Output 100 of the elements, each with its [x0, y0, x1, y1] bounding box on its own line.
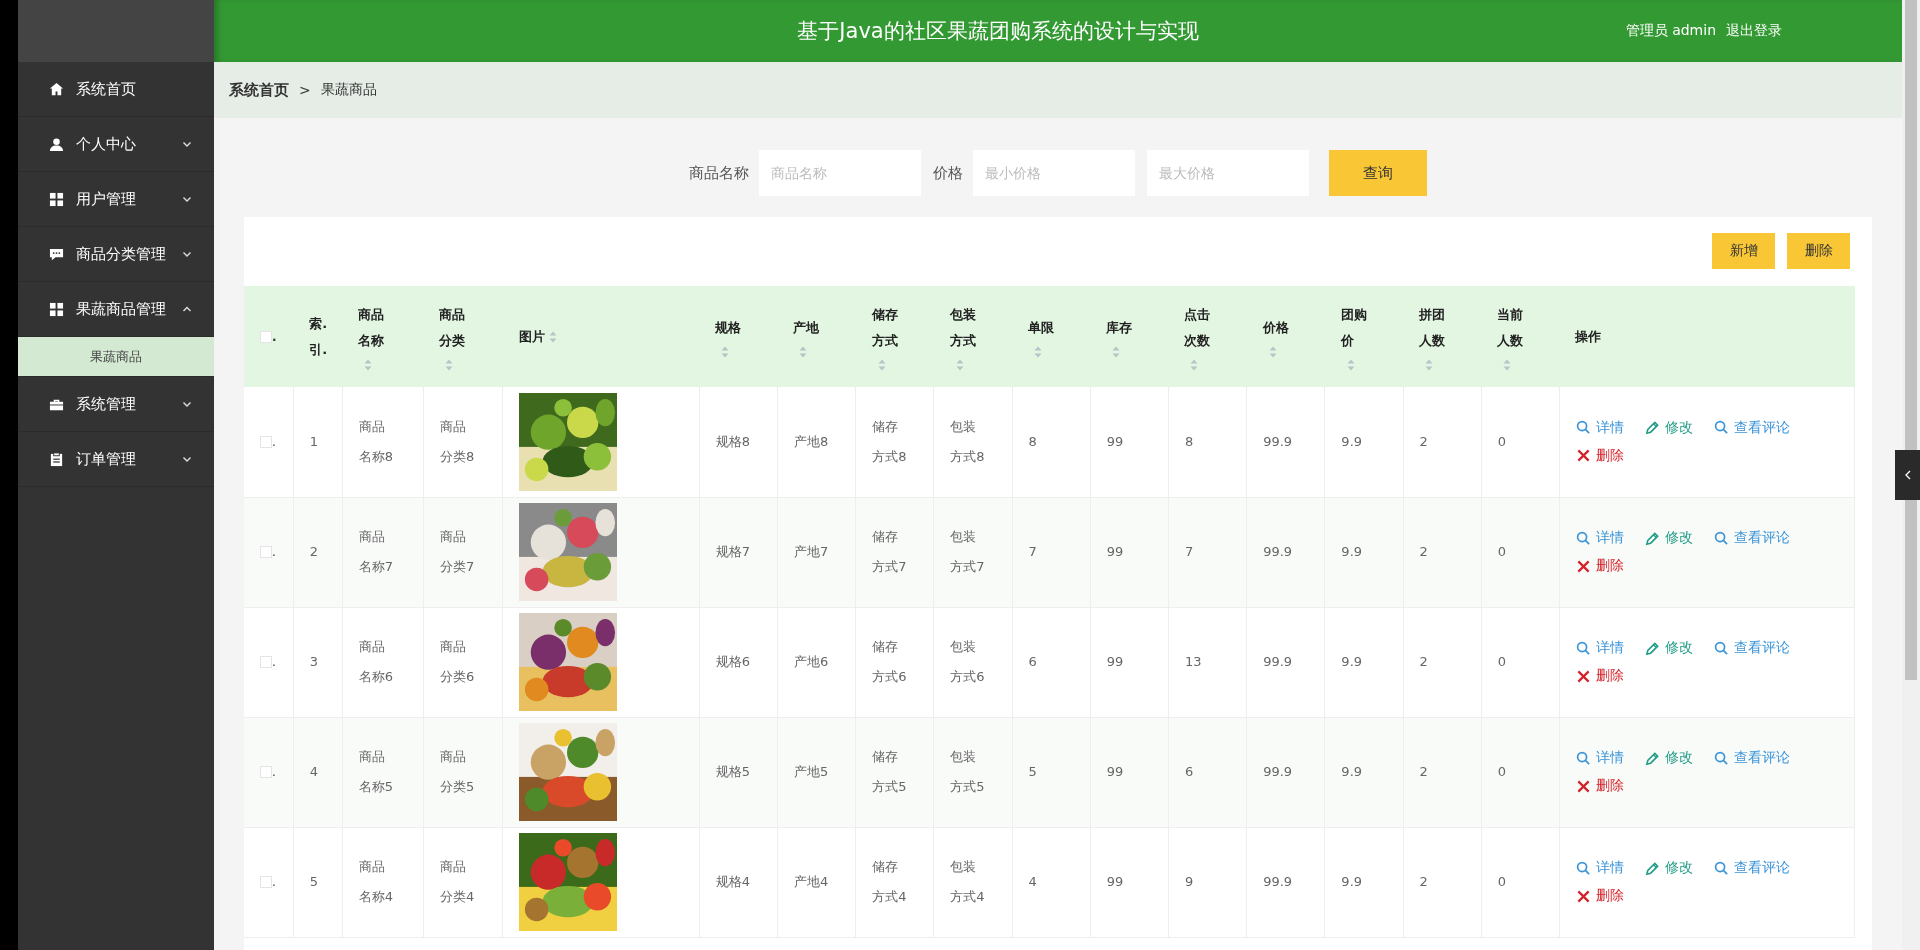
table-cell-text: 储存方式8 [872, 417, 908, 466]
table-cell-text: 0 [1497, 873, 1508, 892]
table-cell-text: 99 [1106, 432, 1125, 451]
toolbar-button[interactable]: 新增 [1712, 233, 1775, 269]
action-link[interactable]: 详情 [1575, 859, 1624, 877]
table-cell-text: 产地4 [793, 873, 830, 892]
table-cell-text: 4 [309, 763, 319, 782]
grid-icon [49, 301, 64, 317]
table-cell-text: 包装方式5 [950, 748, 986, 796]
search-field[interactable]: 最大价格 [1147, 150, 1309, 196]
chat-icon [49, 246, 64, 262]
search-icon [1713, 860, 1729, 876]
table-cell-text: 0 [1497, 653, 1508, 672]
action-link[interactable]: 删除 [1575, 777, 1624, 795]
action-link[interactable]: 查看评论 [1713, 418, 1790, 437]
menu-item[interactable]: 商品分类管理 [18, 227, 214, 282]
checkbox-mark: . [272, 435, 276, 448]
table-cell-text: 5 [309, 873, 319, 892]
table-cell-text: 13 [1184, 653, 1203, 672]
collapse-tab[interactable] [1895, 450, 1920, 500]
pencil-icon [1644, 750, 1660, 766]
breadcrumb-link[interactable]: 系统首页 [229, 80, 289, 100]
column-header: 拼团人数 [1419, 306, 1447, 350]
chevron-icon [1903, 470, 1912, 480]
action-link[interactable]: 详情 [1575, 749, 1624, 767]
checkbox[interactable] [260, 876, 272, 888]
clipboard-icon [49, 451, 64, 467]
grid-icon [49, 191, 64, 207]
table-cell-text: 产地8 [793, 432, 830, 451]
column-header: 索.引. [309, 314, 329, 359]
search-icon [1575, 420, 1591, 436]
menu-item[interactable]: 订单管理 [18, 432, 214, 487]
table-cell-text: 0 [1497, 432, 1508, 451]
action-link[interactable]: 修改 [1644, 529, 1693, 547]
table-cell-text: 99 [1106, 763, 1125, 782]
table-cell-text: 储存方式6 [872, 638, 908, 686]
search-icon [1713, 530, 1729, 546]
search-field[interactable]: 最小价格 [973, 150, 1135, 196]
search-icon [1713, 640, 1729, 656]
query-button[interactable]: 查询 [1329, 150, 1427, 196]
checkbox[interactable] [260, 656, 272, 668]
table-cell-text: 商品分类5 [439, 748, 476, 796]
table-cell-text: 商品名称4 [358, 858, 394, 906]
toolbar-button[interactable]: 删除 [1787, 233, 1850, 269]
action-link[interactable]: 删除 [1575, 667, 1624, 685]
action-link[interactable]: 查看评论 [1713, 749, 1790, 767]
menu-item[interactable]: 个人中心 [18, 117, 214, 172]
table-cell-text: 2 [1419, 432, 1429, 451]
action-link[interactable]: 详情 [1575, 418, 1624, 437]
table-cell-text: 产地5 [793, 763, 830, 782]
logout-link[interactable]: 退出登录 [1726, 22, 1782, 40]
table-cell-text: 8 [1184, 432, 1195, 451]
search-icon [1575, 860, 1591, 876]
action-link[interactable]: 查看评论 [1713, 529, 1790, 547]
user-label: 管理员 admin [1625, 22, 1716, 40]
menu-item[interactable]: 系统管理 [18, 377, 214, 432]
action-link[interactable]: 修改 [1644, 859, 1693, 877]
close-icon [1575, 778, 1591, 794]
table-cell-text: 包装方式6 [950, 638, 986, 686]
search-field[interactable]: 商品名称 [759, 150, 921, 196]
checkbox[interactable] [260, 546, 272, 558]
checkbox[interactable] [260, 435, 272, 448]
app-title: 基于Java的社区果蔬团购系统的设计与实现 [797, 18, 1199, 45]
table-cell-text: 0 [1497, 543, 1508, 562]
submenu-item[interactable]: 果蔬商品 [18, 337, 214, 377]
action-link[interactable]: 修改 [1644, 418, 1693, 437]
checkbox[interactable] [260, 766, 272, 778]
table-cell-text: 6 [1028, 653, 1038, 672]
table-cell-text: 包装方式8 [950, 417, 986, 466]
table-cell-text: 2 [1419, 763, 1429, 782]
action-link[interactable]: 删除 [1575, 887, 1624, 905]
checkbox-mark: . [272, 546, 276, 558]
table-cell-text: 99.9 [1263, 763, 1294, 782]
action-link[interactable]: 详情 [1575, 529, 1624, 547]
action-link[interactable]: 删除 [1575, 557, 1624, 575]
action-link[interactable]: 查看评论 [1713, 639, 1790, 657]
menu-item[interactable]: 用户管理 [18, 172, 214, 227]
table-cell-text: 99 [1106, 653, 1125, 672]
column-header: 商品分类 [439, 306, 467, 350]
table-cell-text: 包装方式4 [950, 858, 986, 906]
action-link[interactable]: 删除 [1575, 446, 1624, 465]
breadcrumb-current: 果蔬商品 [320, 81, 377, 99]
action-link[interactable]: 详情 [1575, 639, 1624, 657]
table-cell-text: 7 [1028, 543, 1038, 562]
table-cell-text: 2 [309, 543, 319, 562]
field-label: 商品名称 [689, 163, 749, 183]
search-icon [1575, 530, 1591, 546]
table-cell-text: 规格8 [715, 432, 751, 451]
action-link[interactable]: 修改 [1644, 749, 1693, 767]
action-link[interactable]: 修改 [1644, 639, 1693, 657]
home-icon [49, 81, 64, 97]
pencil-icon [1644, 860, 1660, 876]
search-icon [1575, 640, 1591, 656]
table-cell-text: 9.9 [1341, 543, 1364, 562]
action-link[interactable]: 查看评论 [1713, 859, 1790, 877]
checkbox-mark: . [272, 766, 276, 778]
table-cell-text: 8 [1028, 432, 1038, 451]
checkbox[interactable] [260, 330, 272, 343]
breadcrumb-separator: > [299, 82, 311, 98]
table-cell-text: 3 [309, 653, 319, 672]
